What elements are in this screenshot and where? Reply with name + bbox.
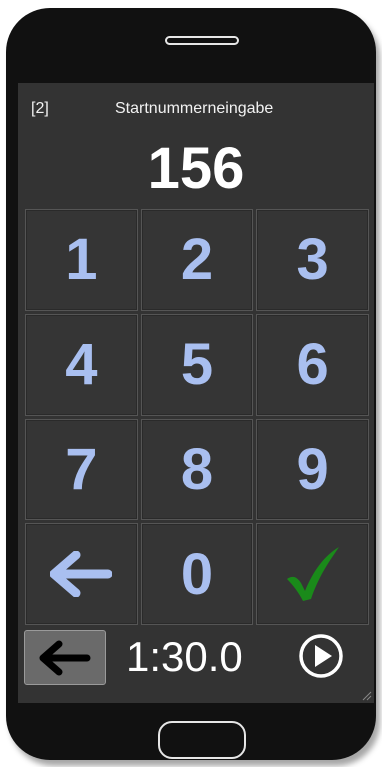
checkmark-icon [286, 547, 339, 602]
key-2[interactable]: 2 [140, 209, 254, 311]
backspace-key[interactable] [25, 523, 138, 625]
key-6[interactable]: 6 [256, 313, 369, 416]
phone-frame: [2] Startnummerneingabe 156 1 2 3 4 5 6 … [0, 0, 382, 767]
key-1[interactable]: 1 [25, 209, 138, 311]
app-screen: [2] Startnummerneingabe 156 1 2 3 4 5 6 … [18, 83, 374, 703]
footer-bar: 1:30.0 [18, 627, 374, 691]
page-title: Startnummerneingabe [115, 100, 274, 117]
key-5[interactable]: 5 [140, 313, 254, 416]
confirm-key[interactable] [256, 523, 369, 625]
key-4[interactable]: 4 [25, 313, 138, 416]
key-3[interactable]: 3 [256, 209, 369, 311]
header: [2] Startnummerneingabe [18, 83, 374, 133]
arrow-left-icon [39, 640, 91, 675]
numeric-keypad: 1 2 3 4 5 6 7 8 9 0 [25, 209, 369, 625]
speaker-grille [165, 36, 239, 45]
back-button[interactable] [24, 630, 106, 685]
resize-grip-icon [362, 691, 372, 701]
key-8[interactable]: 8 [140, 418, 254, 521]
key-7[interactable]: 7 [25, 418, 138, 521]
play-circle-icon [299, 634, 343, 678]
play-button[interactable] [298, 633, 344, 679]
screen-id: [2] [31, 100, 49, 117]
key-0[interactable]: 0 [140, 523, 254, 625]
timer-display: 1:30.0 [126, 633, 243, 680]
key-9[interactable]: 9 [256, 418, 369, 521]
start-number-display: 156 [147, 136, 245, 201]
home-button[interactable] [158, 721, 246, 759]
arrow-left-icon [50, 551, 113, 598]
